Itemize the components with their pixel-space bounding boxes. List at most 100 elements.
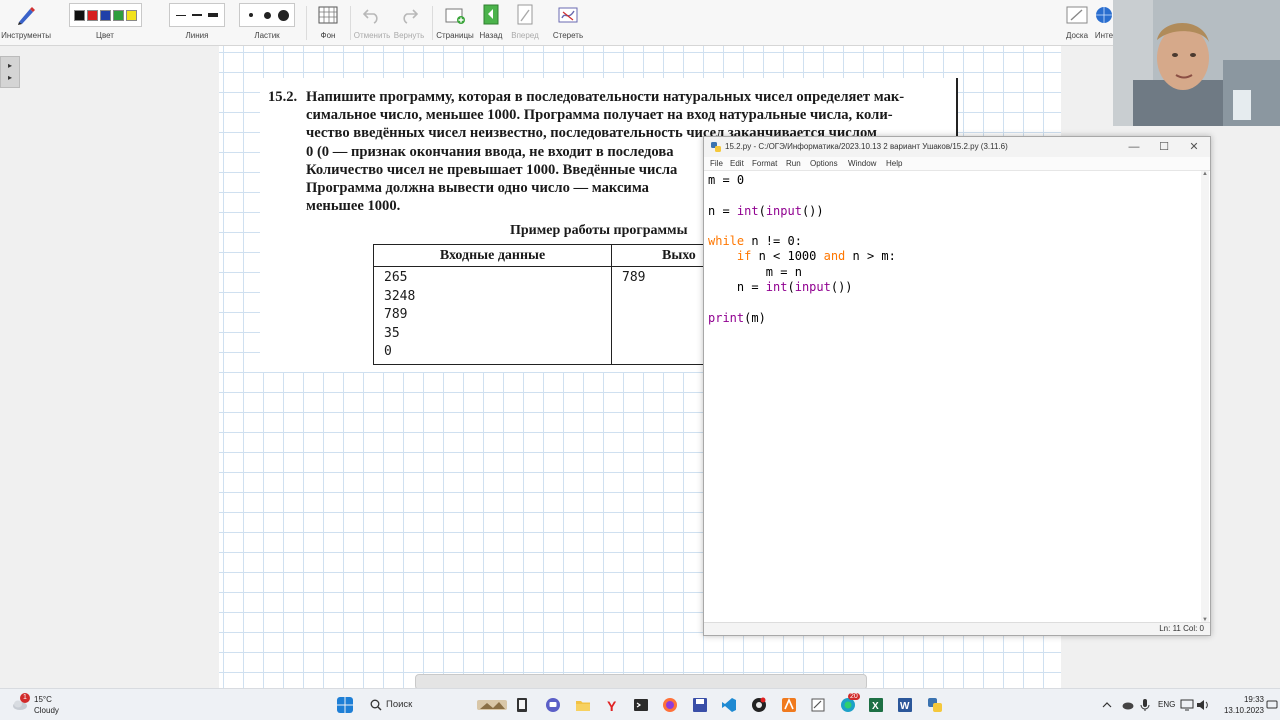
color-swatch-1[interactable]	[86, 9, 98, 21]
vscode-icon[interactable]	[721, 697, 737, 713]
weather-temperature: 15°C	[34, 695, 52, 704]
pages-label: Страницы	[436, 31, 474, 40]
microphone-icon[interactable]	[1140, 698, 1150, 712]
notifications-icon[interactable]	[1266, 699, 1278, 711]
eraser-small-button[interactable]	[244, 8, 258, 22]
weather-condition: Cloudy	[34, 706, 59, 715]
erase-all-button[interactable]: Стереть	[548, 3, 588, 40]
background-button[interactable]: Фон	[314, 3, 342, 40]
interface-button[interactable]: Инте	[1094, 3, 1114, 40]
firefox-icon[interactable]	[662, 697, 678, 713]
eraser-large-button[interactable]	[276, 8, 290, 22]
interface-label: Инте	[1094, 31, 1114, 40]
code-line: n = int(input())	[708, 203, 824, 218]
clock-time[interactable]: 19:33	[1220, 695, 1264, 704]
forward-button[interactable]: Вперед	[508, 3, 542, 40]
pen-icon	[18, 7, 35, 25]
task-number: 15.2.	[268, 89, 298, 105]
input-value: 265	[384, 270, 408, 285]
windows-start-icon[interactable]	[337, 697, 353, 713]
erase-all-icon	[558, 7, 578, 23]
undo-icon	[363, 9, 378, 24]
background-label: Фон	[320, 31, 336, 40]
word-icon[interactable]: W	[897, 697, 913, 713]
idle-titlebar[interactable]: 15.2.py - C:/ОГЭ/Информатика/2023.10.13 …	[704, 137, 1210, 157]
browser-badge: 20	[848, 693, 860, 700]
color-swatch-4[interactable]	[125, 9, 137, 21]
webcam-person-image	[1113, 0, 1280, 126]
avast-icon[interactable]	[781, 697, 797, 713]
menu-file[interactable]: File	[710, 159, 723, 168]
expand-arrow-icon-2: ▸	[7, 73, 12, 82]
board-icon	[1066, 6, 1088, 24]
input-value: 35	[384, 325, 400, 341]
color-tool: Цвет	[56, 3, 154, 40]
redo-button[interactable]: Вернуть	[392, 3, 426, 40]
excel-icon[interactable]: X	[868, 697, 884, 713]
webcam-overlay	[1113, 0, 1280, 126]
task-line: Количество чисел не превышает 1000. Введ…	[306, 161, 678, 178]
save-disk-icon[interactable]	[692, 697, 708, 713]
onedrive-icon[interactable]	[1122, 699, 1134, 711]
line-medium-button[interactable]	[190, 8, 204, 22]
color-swatch-3[interactable]	[112, 9, 124, 21]
line-label: Линия	[185, 31, 209, 40]
code-line: while n != 0:	[708, 234, 802, 249]
sidebar-handle[interactable]: ▸ ▸	[0, 56, 20, 88]
notes-icon[interactable]	[810, 697, 826, 713]
input-value: 0	[384, 344, 392, 359]
task-view-icon[interactable]	[514, 697, 530, 713]
python-idle-icon[interactable]	[927, 697, 943, 713]
eraser-medium-button[interactable]	[260, 8, 274, 22]
menu-help[interactable]: Help	[886, 159, 902, 168]
terminal-icon[interactable]	[633, 697, 649, 713]
menu-edit[interactable]: Edit	[730, 159, 744, 168]
line-tool: Линия	[166, 3, 228, 40]
page-edge-line	[956, 78, 958, 136]
python-app-icon[interactable]	[751, 697, 767, 713]
menu-options[interactable]: Options	[810, 159, 838, 168]
minimize-icon[interactable]: —	[1120, 138, 1148, 156]
news-thumbnail-icon[interactable]	[477, 697, 507, 713]
menu-run[interactable]: Run	[786, 159, 801, 168]
maximize-icon[interactable]: ☐	[1150, 138, 1178, 156]
line-thick-button[interactable]	[206, 8, 220, 22]
code-line: m = n	[708, 264, 802, 279]
yandex-browser-icon[interactable]: Y	[604, 697, 620, 713]
color-label: Цвет	[96, 31, 114, 40]
whiteboard-toolbar: Инструменты Цвет Линия Ластик Фон Отмени…	[0, 0, 1280, 46]
undo-button[interactable]: Отменить	[354, 3, 390, 40]
vertical-scrollbar[interactable]: ▲ ▼	[1201, 171, 1209, 623]
idle-window-title: 15.2.py - C:/ОГЭ/Информатика/2023.10.13 …	[725, 142, 1008, 151]
back-button[interactable]: Назад	[476, 3, 506, 40]
code-editor[interactable]: m = 0 n = int(input()) while n != 0: if …	[708, 173, 1198, 326]
background-grid-icon	[318, 6, 338, 24]
menu-format[interactable]: Format	[752, 159, 777, 168]
tools-tool[interactable]: Инструменты	[1, 3, 51, 40]
scroll-up-icon[interactable]: ▲	[1201, 171, 1209, 177]
menu-window[interactable]: Window	[848, 159, 876, 168]
idle-editor-window[interactable]: 15.2.py - C:/ОГЭ/Информатика/2023.10.13 …	[703, 136, 1211, 636]
volume-icon[interactable]	[1196, 699, 1210, 711]
board-button[interactable]: Доска	[1062, 3, 1092, 40]
example-title: Пример работы программы	[510, 223, 688, 238]
chevron-up-icon[interactable]	[1102, 700, 1112, 710]
task-line: симальное число, меньшее 1000. Программа…	[306, 107, 893, 124]
close-icon[interactable]: ✕	[1180, 138, 1208, 156]
pages-button[interactable]: Страницы	[436, 3, 474, 40]
language-indicator[interactable]: ENG	[1158, 700, 1175, 709]
board-label: Доска	[1065, 31, 1089, 40]
chat-icon[interactable]	[545, 697, 561, 713]
file-explorer-icon[interactable]	[575, 697, 591, 713]
line-thin-button[interactable]	[174, 8, 188, 22]
taskbar-search[interactable]: Поиск	[362, 694, 472, 716]
color-swatch-2[interactable]	[99, 9, 111, 21]
code-line: print(m)	[708, 310, 766, 325]
clock-date[interactable]: 13.10.2023	[1216, 706, 1264, 715]
eraser-label: Ластик	[254, 31, 280, 40]
tools-label: Инструменты	[1, 31, 51, 40]
network-icon[interactable]	[1180, 699, 1194, 711]
color-swatch-0[interactable]	[73, 9, 85, 21]
page-back-icon	[483, 4, 499, 25]
